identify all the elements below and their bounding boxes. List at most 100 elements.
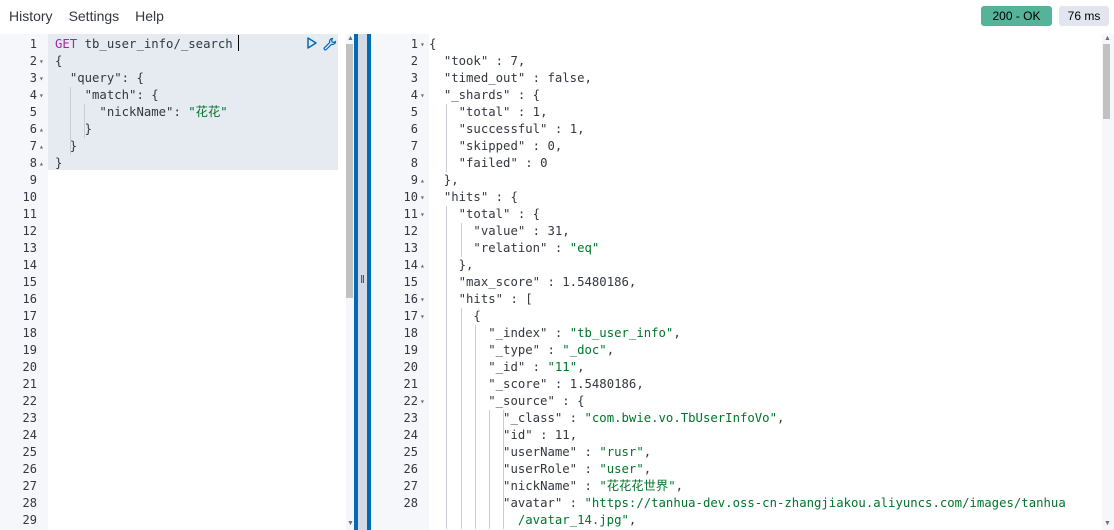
response-code-line: "userRole" : "user", — [503, 462, 652, 476]
response-line-number: 13 — [403, 241, 418, 255]
fold-toggle-icon[interactable]: ▾ — [39, 70, 44, 87]
response-line-number: 4 — [410, 88, 418, 102]
fold-toggle-icon[interactable]: ▴ — [39, 121, 44, 138]
request-line-number: 14 — [22, 258, 37, 272]
response-line-number: 23 — [403, 411, 418, 425]
request-code-line: } — [55, 139, 78, 153]
wrench-icon[interactable] — [322, 36, 338, 52]
console-menu: History Settings Help — [9, 8, 164, 24]
response-code-line: "value" : 31, — [473, 224, 570, 238]
help-menu-item[interactable]: Help — [135, 8, 164, 24]
fold-toggle-icon[interactable]: ▴ — [420, 257, 425, 274]
response-line-number: 17 — [403, 309, 418, 323]
indent-guide — [70, 87, 71, 155]
response-line-number: 24 — [403, 428, 418, 442]
text-cursor — [238, 35, 239, 51]
request-code-line: GET tb_user_info/_search — [55, 36, 233, 53]
scroll-down-arrow-icon[interactable]: ▼ — [1104, 520, 1111, 527]
response-code-line: }, — [429, 173, 459, 187]
request-line-number: 26 — [22, 462, 37, 476]
fold-toggle-icon[interactable]: ▾ — [420, 189, 425, 206]
fold-toggle-icon[interactable]: ▾ — [39, 87, 44, 104]
request-line-number: 10 — [22, 190, 37, 204]
indent-guide — [446, 206, 447, 529]
response-line-number: 12 — [403, 224, 418, 238]
response-line-number: 10 — [403, 190, 418, 204]
response-line-number: 15 — [403, 275, 418, 289]
response-line-number: 21 — [403, 377, 418, 391]
response-code-line: { — [429, 37, 437, 51]
response-code-line: "hits" : { — [443, 190, 518, 204]
fold-toggle-icon[interactable]: ▴ — [39, 155, 44, 172]
request-line-number: 7 — [29, 139, 37, 153]
response-code-line: }, — [429, 258, 474, 272]
response-time-badge: 76 ms — [1059, 6, 1109, 26]
indent-guide — [503, 410, 504, 529]
request-code-line: { — [55, 54, 63, 68]
request-line-number: 5 — [29, 105, 37, 119]
run-request-icon[interactable] — [305, 36, 319, 50]
fold-toggle-icon[interactable]: ▴ — [39, 138, 44, 155]
request-path: tb_user_info/_search — [84, 37, 233, 51]
response-line-number: 27 — [403, 479, 418, 493]
response-code-line: "_index" : "tb_user_info", — [488, 326, 681, 340]
response-code-line: { — [429, 309, 481, 323]
response-code-line: "max_score" : 1.5480186, — [458, 275, 637, 289]
response-code-line: "relation" : "eq" — [473, 241, 600, 255]
response-line-number: 2 — [410, 54, 418, 68]
scroll-up-arrow-icon[interactable]: ▲ — [1104, 35, 1111, 42]
fold-toggle-icon[interactable]: ▾ — [420, 206, 425, 223]
response-line-number: 3 — [410, 71, 418, 85]
request-line-number: 22 — [22, 394, 37, 408]
response-line-number: 19 — [403, 343, 418, 357]
response-code-line: "_source" : { — [488, 394, 585, 408]
request-line-number: 27 — [22, 479, 37, 493]
request-line-number: 17 — [22, 309, 37, 323]
indent-guide — [475, 325, 476, 529]
response-line-number: 20 — [403, 360, 418, 374]
response-line-number: 14 — [403, 258, 418, 272]
response-line-number: 5 — [410, 105, 418, 119]
request-method: GET — [55, 37, 78, 51]
fold-toggle-icon[interactable]: ▾ — [420, 87, 425, 104]
fold-toggle-icon[interactable]: ▾ — [420, 36, 425, 53]
fold-toggle-icon[interactable]: ▾ — [420, 393, 425, 410]
response-line-number: 6 — [410, 122, 418, 136]
request-line-number: 29 — [22, 513, 37, 527]
request-line-number: 2 — [29, 54, 37, 68]
fold-toggle-icon[interactable]: ▾ — [420, 291, 425, 308]
request-line-number: 23 — [22, 411, 37, 425]
response-line-number — [371, 512, 418, 529]
history-menu-item[interactable]: History — [9, 8, 53, 24]
response-line-number: 25 — [403, 445, 418, 459]
fold-toggle-icon[interactable]: ▴ — [420, 172, 425, 189]
indent-guide — [84, 104, 85, 138]
response-line-number: 9 — [410, 173, 418, 187]
request-line-number: 21 — [22, 377, 37, 391]
request-scrollbar-thumb[interactable] — [346, 44, 353, 298]
settings-menu-item[interactable]: Settings — [69, 8, 120, 24]
request-line-number: 8 — [29, 156, 37, 170]
request-code-line: } — [55, 156, 63, 170]
response-code-line: "_shards" : { — [443, 88, 541, 102]
resize-grip-icon[interactable]: ‖ — [354, 274, 371, 286]
response-line-number: 8 — [410, 156, 418, 170]
response-code-line: "userName" : "rusr", — [503, 445, 652, 459]
indent-guide — [461, 308, 462, 529]
fold-toggle-icon[interactable]: ▾ — [420, 308, 425, 325]
scroll-down-arrow-icon[interactable]: ▼ — [347, 520, 354, 527]
request-line-number: 20 — [22, 360, 37, 374]
request-line-number: 12 — [22, 224, 37, 238]
fold-toggle-icon[interactable]: ▾ — [39, 53, 44, 70]
response-line-number: 11 — [403, 207, 418, 221]
request-line-number: 19 — [22, 343, 37, 357]
response-viewer[interactable]: 1 ▾{2 "took" : 7, 3 "timed_out" : false, 4 ▾… — [371, 34, 1103, 530]
response-code-line: "_id" : "11", — [488, 360, 585, 374]
response-line-number: 28 — [403, 496, 418, 510]
request-editor[interactable]: 1 GET tb_user_info/_search 2 ▾{3 ▾ "query": … — [0, 34, 346, 530]
pane-resizer[interactable]: ‖ — [354, 34, 371, 530]
response-scrollbar-thumb[interactable] — [1103, 44, 1110, 119]
scroll-up-arrow-icon[interactable]: ▲ — [347, 35, 354, 42]
request-line-number: 16 — [22, 292, 37, 306]
request-code-line: "nickName": "花花" — [99, 105, 228, 119]
